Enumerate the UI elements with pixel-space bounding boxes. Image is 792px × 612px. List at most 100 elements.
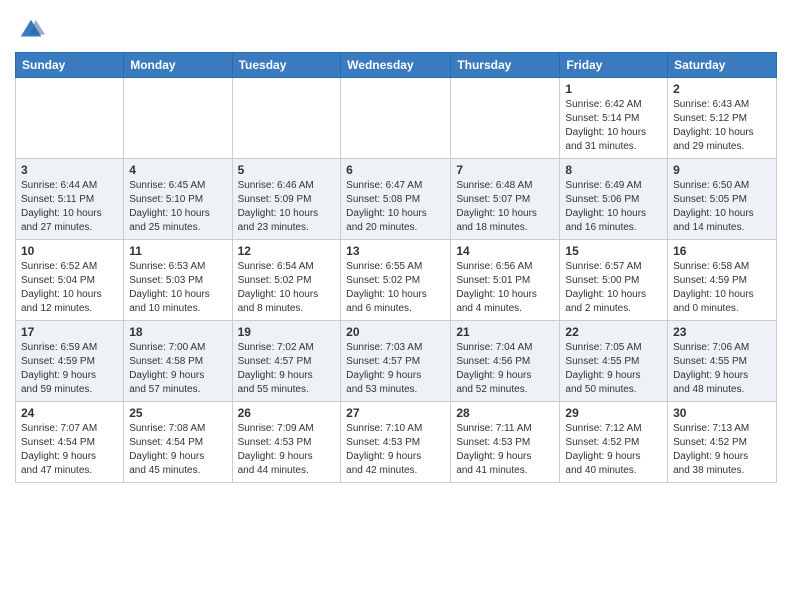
calendar-cell: 22 Sunrise: 7:05 AM Sunset: 4:55 PM Dayli… (560, 321, 668, 402)
day-info: Sunrise: 6:46 AM Sunset: 5:09 PM Dayligh… (238, 179, 336, 235)
day-number: 20 (346, 325, 445, 339)
calendar-cell: 29 Sunrise: 7:12 AM Sunset: 4:52 PM Dayli… (560, 402, 668, 483)
day-info: Sunrise: 7:05 AM Sunset: 4:55 PM Dayligh… (565, 341, 662, 397)
day-number: 23 (673, 325, 771, 339)
day-info: Sunrise: 6:56 AM Sunset: 5:01 PM Dayligh… (456, 260, 554, 316)
day-info: Sunrise: 7:10 AM Sunset: 4:53 PM Dayligh… (346, 422, 445, 478)
day-number: 8 (565, 163, 662, 177)
day-info: Sunrise: 7:12 AM Sunset: 4:52 PM Dayligh… (565, 422, 662, 478)
calendar-cell: 9 Sunrise: 6:50 AM Sunset: 5:05 PM Daylig… (668, 159, 777, 240)
day-number: 16 (673, 244, 771, 258)
calendar-cell (124, 78, 232, 159)
day-number: 5 (238, 163, 336, 177)
day-number: 13 (346, 244, 445, 258)
day-info: Sunrise: 7:08 AM Sunset: 4:54 PM Dayligh… (129, 422, 226, 478)
header (15, 10, 777, 44)
calendar-cell: 24Sunrise: 7:07 AM Sunset: 4:54 PM Dayli… (16, 402, 124, 483)
day-info: Sunrise: 6:47 AM Sunset: 5:08 PM Dayligh… (346, 179, 445, 235)
calendar-cell: 3 Sunrise: 6:44 AM Sunset: 5:11 PM Daylig… (16, 159, 124, 240)
dow-wednesday: Wednesday (341, 53, 451, 78)
calendar-cell: 6 Sunrise: 6:47 AM Sunset: 5:08 PM Daylig… (341, 159, 451, 240)
calendar-cell: 21 Sunrise: 7:04 AM Sunset: 4:56 PM Dayli… (451, 321, 560, 402)
calendar-week-row: 17 Sunrise: 6:59 AM Sunset: 4:59 PM Dayli… (16, 321, 777, 402)
day-number: 1 (565, 82, 662, 96)
dow-thursday: Thursday (451, 53, 560, 78)
day-number: 29 (565, 406, 662, 420)
day-info: Sunrise: 6:55 AM Sunset: 5:02 PM Dayligh… (346, 260, 445, 316)
day-info: Sunrise: 7:06 AM Sunset: 4:55 PM Dayligh… (673, 341, 771, 397)
day-number: 6 (346, 163, 445, 177)
calendar-cell: 30Sunrise: 7:13 AM Sunset: 4:52 PM Dayli… (668, 402, 777, 483)
day-number: 28 (456, 406, 554, 420)
day-number: 11 (129, 244, 226, 258)
calendar-cell: 25 Sunrise: 7:08 AM Sunset: 4:54 PM Dayli… (124, 402, 232, 483)
day-number: 22 (565, 325, 662, 339)
calendar-week-row: 1 Sunrise: 6:42 AM Sunset: 5:14 PM Daylig… (16, 78, 777, 159)
calendar-cell: 17 Sunrise: 6:59 AM Sunset: 4:59 PM Dayli… (16, 321, 124, 402)
day-number: 14 (456, 244, 554, 258)
calendar-cell: 12 Sunrise: 6:54 AM Sunset: 5:02 PM Dayli… (232, 240, 341, 321)
day-number: 4 (129, 163, 226, 177)
day-info: Sunrise: 7:07 AM Sunset: 4:54 PM Dayligh… (21, 422, 118, 478)
calendar-table: SundayMondayTuesdayWednesdayThursdayFrid… (15, 52, 777, 483)
day-number: 18 (129, 325, 226, 339)
day-info: Sunrise: 6:52 AM Sunset: 5:04 PM Dayligh… (21, 260, 118, 316)
calendar-cell (341, 78, 451, 159)
calendar-cell: 16 Sunrise: 6:58 AM Sunset: 4:59 PM Dayli… (668, 240, 777, 321)
calendar-cell (232, 78, 341, 159)
calendar-cell: 28 Sunrise: 7:11 AM Sunset: 4:53 PM Dayli… (451, 402, 560, 483)
calendar-cell: 18Sunrise: 7:00 AM Sunset: 4:58 PM Dayli… (124, 321, 232, 402)
calendar-cell: 10 Sunrise: 6:52 AM Sunset: 5:04 PM Dayli… (16, 240, 124, 321)
day-info: Sunrise: 7:11 AM Sunset: 4:53 PM Dayligh… (456, 422, 554, 478)
dow-tuesday: Tuesday (232, 53, 341, 78)
calendar-cell: 11 Sunrise: 6:53 AM Sunset: 5:03 PM Dayli… (124, 240, 232, 321)
calendar-cell: 4 Sunrise: 6:45 AM Sunset: 5:10 PM Daylig… (124, 159, 232, 240)
dow-monday: Monday (124, 53, 232, 78)
day-number: 26 (238, 406, 336, 420)
day-info: Sunrise: 6:53 AM Sunset: 5:03 PM Dayligh… (129, 260, 226, 316)
day-number: 25 (129, 406, 226, 420)
day-info: Sunrise: 6:44 AM Sunset: 5:11 PM Dayligh… (21, 179, 118, 235)
calendar-cell: 19Sunrise: 7:02 AM Sunset: 4:57 PM Dayli… (232, 321, 341, 402)
day-number: 2 (673, 82, 771, 96)
calendar-cell: 26 Sunrise: 7:09 AM Sunset: 4:53 PM Dayli… (232, 402, 341, 483)
calendar-cell (16, 78, 124, 159)
day-info: Sunrise: 6:59 AM Sunset: 4:59 PM Dayligh… (21, 341, 118, 397)
day-number: 7 (456, 163, 554, 177)
day-info: Sunrise: 7:04 AM Sunset: 4:56 PM Dayligh… (456, 341, 554, 397)
day-info: Sunrise: 6:42 AM Sunset: 5:14 PM Dayligh… (565, 98, 662, 154)
day-info: Sunrise: 7:09 AM Sunset: 4:53 PM Dayligh… (238, 422, 336, 478)
day-info: Sunrise: 6:54 AM Sunset: 5:02 PM Dayligh… (238, 260, 336, 316)
day-number: 10 (21, 244, 118, 258)
day-info: Sunrise: 6:43 AM Sunset: 5:12 PM Dayligh… (673, 98, 771, 154)
day-info: Sunrise: 6:50 AM Sunset: 5:05 PM Dayligh… (673, 179, 771, 235)
calendar-week-row: 10 Sunrise: 6:52 AM Sunset: 5:04 PM Dayli… (16, 240, 777, 321)
day-number: 21 (456, 325, 554, 339)
logo (15, 16, 45, 44)
day-number: 19 (238, 325, 336, 339)
day-number: 17 (21, 325, 118, 339)
calendar-cell: 23 Sunrise: 7:06 AM Sunset: 4:55 PM Dayli… (668, 321, 777, 402)
calendar-cell: 8 Sunrise: 6:49 AM Sunset: 5:06 PM Daylig… (560, 159, 668, 240)
page: SundayMondayTuesdayWednesdayThursdayFrid… (0, 0, 792, 498)
day-info: Sunrise: 6:48 AM Sunset: 5:07 PM Dayligh… (456, 179, 554, 235)
calendar-week-row: 24Sunrise: 7:07 AM Sunset: 4:54 PM Dayli… (16, 402, 777, 483)
day-number: 9 (673, 163, 771, 177)
calendar-week-row: 3 Sunrise: 6:44 AM Sunset: 5:11 PM Daylig… (16, 159, 777, 240)
day-number: 27 (346, 406, 445, 420)
calendar-cell: 13 Sunrise: 6:55 AM Sunset: 5:02 PM Dayli… (341, 240, 451, 321)
day-number: 3 (21, 163, 118, 177)
day-number: 12 (238, 244, 336, 258)
day-number: 30 (673, 406, 771, 420)
calendar-cell (451, 78, 560, 159)
calendar-cell: 14 Sunrise: 6:56 AM Sunset: 5:01 PM Dayli… (451, 240, 560, 321)
calendar-cell: 7 Sunrise: 6:48 AM Sunset: 5:07 PM Daylig… (451, 159, 560, 240)
day-info: Sunrise: 6:49 AM Sunset: 5:06 PM Dayligh… (565, 179, 662, 235)
calendar-cell: 20Sunrise: 7:03 AM Sunset: 4:57 PM Dayli… (341, 321, 451, 402)
day-info: Sunrise: 6:58 AM Sunset: 4:59 PM Dayligh… (673, 260, 771, 316)
logo-icon (17, 16, 45, 44)
calendar-cell: 5 Sunrise: 6:46 AM Sunset: 5:09 PM Daylig… (232, 159, 341, 240)
day-info: Sunrise: 6:45 AM Sunset: 5:10 PM Dayligh… (129, 179, 226, 235)
calendar-cell: 2 Sunrise: 6:43 AM Sunset: 5:12 PM Daylig… (668, 78, 777, 159)
calendar-cell: 15Sunrise: 6:57 AM Sunset: 5:00 PM Dayli… (560, 240, 668, 321)
